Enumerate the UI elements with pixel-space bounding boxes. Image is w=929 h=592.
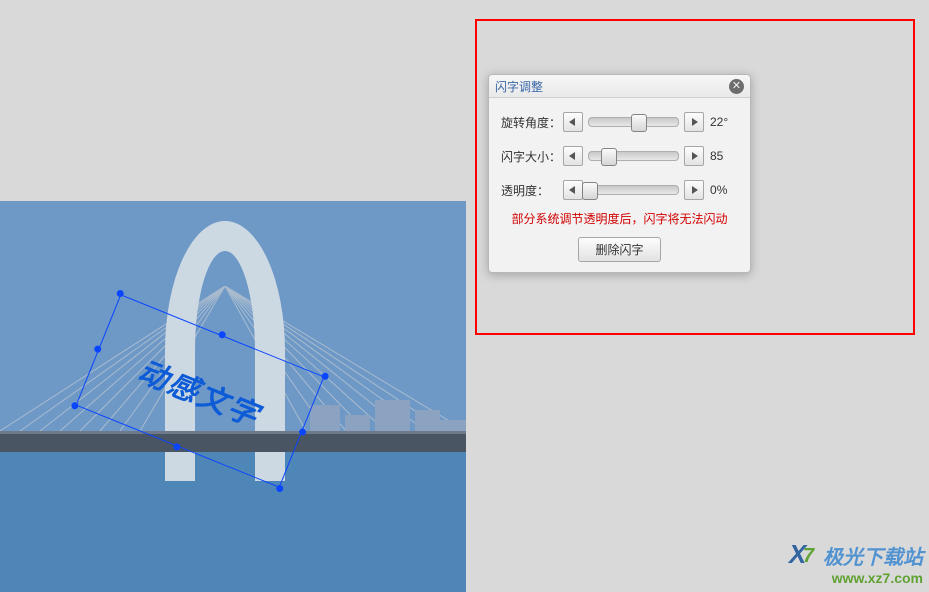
size-decrease-button[interactable] bbox=[563, 146, 583, 166]
image-canvas[interactable]: 动感文字 bbox=[0, 201, 466, 592]
panel-title: 闪字调整 bbox=[495, 78, 729, 95]
size-increase-button[interactable] bbox=[684, 146, 704, 166]
rotation-increase-button[interactable] bbox=[684, 112, 704, 132]
opacity-increase-button[interactable] bbox=[684, 180, 704, 200]
opacity-value: 0% bbox=[710, 183, 738, 197]
triangle-left-icon bbox=[569, 118, 577, 126]
opacity-slider-thumb[interactable] bbox=[582, 182, 598, 200]
triangle-right-icon bbox=[690, 152, 698, 160]
rotation-decrease-button[interactable] bbox=[563, 112, 583, 132]
rotation-row: 旋转角度： 22° bbox=[501, 112, 738, 132]
rotation-slider[interactable] bbox=[588, 117, 679, 127]
panel-titlebar[interactable]: 闪字调整 ✕ bbox=[489, 75, 750, 98]
rotation-slider-thumb[interactable] bbox=[631, 114, 647, 132]
triangle-left-icon bbox=[569, 152, 577, 160]
close-icon[interactable]: ✕ bbox=[729, 79, 744, 94]
triangle-right-icon bbox=[690, 118, 698, 126]
opacity-slider[interactable] bbox=[588, 185, 679, 195]
opacity-row: 透明度： 0% bbox=[501, 180, 738, 200]
rotation-label: 旋转角度： bbox=[501, 114, 563, 131]
triangle-right-icon bbox=[690, 186, 698, 194]
opacity-warning: 部分系统调节透明度后，闪字将无法闪动 bbox=[501, 210, 738, 227]
size-row: 闪字大小： 85 bbox=[501, 146, 738, 166]
flash-text-adjust-panel: 闪字调整 ✕ 旋转角度： 22° 闪字大小： bbox=[488, 74, 751, 273]
opacity-label: 透明度： bbox=[501, 182, 563, 199]
rotation-value: 22° bbox=[710, 115, 738, 129]
opacity-decrease-button[interactable] bbox=[563, 180, 583, 200]
watermark-url: www.xz7.com bbox=[789, 570, 923, 586]
size-slider-thumb[interactable] bbox=[601, 148, 617, 166]
size-slider[interactable] bbox=[588, 151, 679, 161]
delete-flash-text-button[interactable]: 删除闪字 bbox=[578, 237, 660, 262]
triangle-left-icon bbox=[569, 186, 577, 194]
size-value: 85 bbox=[710, 149, 738, 163]
watermark: X7 极光下载站 www.xz7.com bbox=[789, 541, 923, 586]
watermark-brand: 极光下载站 bbox=[823, 541, 923, 570]
watermark-logo: X7 bbox=[789, 545, 819, 567]
size-label: 闪字大小： bbox=[501, 148, 563, 165]
